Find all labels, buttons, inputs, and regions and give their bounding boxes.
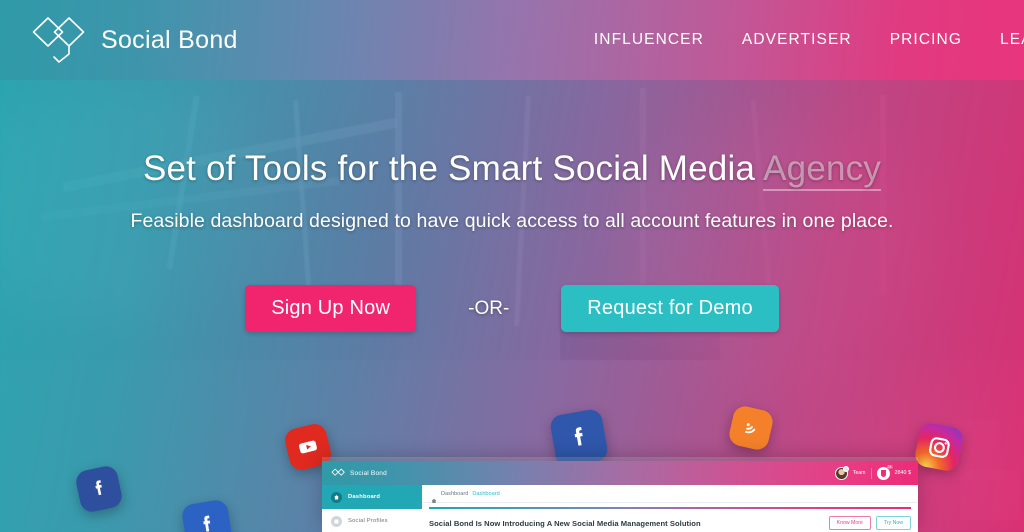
breadcrumb: Dashboard Dashboard (422, 485, 918, 503)
or-separator: -OR- (468, 297, 510, 319)
nav-item-learn[interactable]: LEARN (1000, 31, 1024, 49)
dashboard-credits[interactable]: 2840 $ (895, 470, 912, 476)
double-diamond-logo-icon (28, 14, 90, 66)
card-accent-rule (429, 507, 911, 509)
hero-title-typed-word: Agency (763, 149, 882, 191)
breadcrumb-current: Dashboard (441, 490, 469, 497)
card-buttons: Know More Try Now (828, 516, 911, 530)
profiles-icon (331, 515, 342, 527)
cta-row: Sign Up Now -OR- Request for Demo (0, 285, 1024, 332)
sidebar-item-label: Dashboard (348, 494, 381, 500)
dashboard-icon (331, 491, 342, 503)
sign-up-now-button[interactable]: Sign Up Now (245, 285, 417, 332)
try-now-button[interactable]: Try Now (875, 516, 911, 530)
request-demo-button[interactable]: Request for Demo (561, 285, 779, 332)
double-diamond-logo-icon (331, 464, 346, 482)
dashboard-topbar-right: Team 24 2840 $ (834, 464, 912, 480)
nav-item-influencer[interactable]: INFLUENCER (594, 31, 704, 49)
notification-badge (842, 465, 849, 472)
dashboard-brand-name: Social Bond (350, 469, 387, 477)
nav-item-pricing[interactable]: PRICING (890, 31, 962, 49)
dashboard-mockup: Social Bond Team 24 2840 $ Dashboard Soc… (322, 461, 918, 532)
dashboard-announcement-card: Social Bond Is Now Introducing A New Soc… (429, 507, 911, 530)
dashboard-brand[interactable]: Social Bond (331, 464, 387, 482)
credits-coin-icon: 24 (876, 464, 893, 480)
breadcrumb-parent[interactable]: Dashboard (472, 491, 499, 497)
card-title: Social Bond Is Now Introducing A New Soc… (429, 518, 701, 528)
nav-item-advertiser[interactable]: ADVERTISER (742, 31, 852, 49)
brand-logo[interactable]: Social Bond (28, 14, 238, 66)
sidebar-item-dashboard[interactable]: Dashboard (322, 485, 422, 509)
brand-name: Social Bond (101, 25, 238, 54)
hero-subtitle: Feasible dashboard designed to have quic… (130, 210, 894, 232)
page-root: Social Bond INFLUENCER ADVERTISER PRICIN… (0, 0, 1024, 532)
dashboard-topbar: Social Bond Team 24 2840 $ (322, 461, 918, 485)
coin-badge-count: 24 (886, 464, 893, 470)
know-more-button[interactable]: Know More (828, 516, 871, 530)
home-icon (431, 491, 437, 503)
dashboard-body: Dashboard Social Profiles Dashboard Dash… (322, 485, 918, 532)
divider (870, 467, 872, 479)
hero-title-static: Set of Tools for the Smart Social Media (142, 149, 764, 188)
dashboard-user-name[interactable]: Team (853, 470, 866, 476)
sidebar-item-label: Social Profiles (348, 518, 388, 524)
nav-links: INFLUENCER ADVERTISER PRICING LEARN (594, 31, 1024, 49)
page-title: Set of Tools for the Smart Social Media … (0, 148, 1024, 191)
dashboard-sidebar: Dashboard Social Profiles (322, 485, 422, 532)
top-navbar: Social Bond INFLUENCER ADVERTISER PRICIN… (0, 0, 1024, 80)
card-row: Social Bond Is Now Introducing A New Soc… (429, 516, 911, 530)
sidebar-item-social-profiles[interactable]: Social Profiles (322, 509, 422, 532)
dashboard-main: Dashboard Dashboard Social Bond Is Now I… (422, 485, 918, 532)
instagram-icon[interactable] (913, 421, 965, 473)
avatar[interactable] (834, 465, 849, 480)
hero-content: Set of Tools for the Smart Social Media … (0, 80, 1024, 332)
